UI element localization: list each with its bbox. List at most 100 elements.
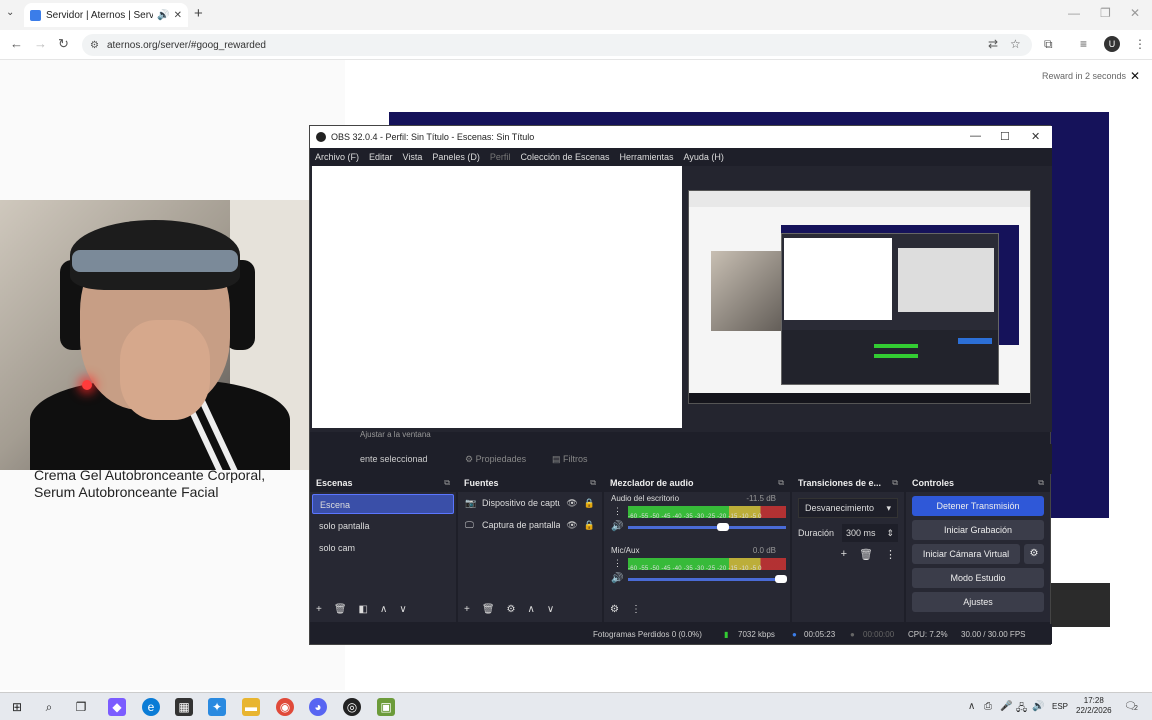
stop-streaming-button[interactable]: Detener Transmisión bbox=[912, 496, 1044, 516]
fit-to-window-label[interactable]: Ajustar a la ventana bbox=[360, 430, 431, 439]
start-virtual-camera-button[interactable]: Iniciar Cámara Virtual bbox=[912, 544, 1020, 564]
address-bar[interactable]: ⚙ aternos.org/server/#goog_rewarded bbox=[82, 34, 1032, 56]
extensions-icon[interactable]: ⧉ bbox=[1044, 37, 1053, 52]
store-icon[interactable]: ▦ bbox=[175, 698, 193, 716]
browser-tab[interactable]: Servidor | Aternos | Servido 🔊 ✕ bbox=[24, 3, 188, 27]
close-window-icon[interactable]: ✕ bbox=[1130, 6, 1140, 20]
filters-button[interactable]: ▤ Filtros bbox=[552, 454, 588, 465]
search-icon[interactable]: ⌕ bbox=[40, 698, 58, 716]
volume-slider-handle[interactable] bbox=[716, 523, 729, 531]
task-view-icon[interactable]: ❐ bbox=[72, 698, 90, 716]
menu-vista[interactable]: Vista bbox=[403, 152, 423, 162]
minecraft-icon[interactable]: ▣ bbox=[377, 698, 395, 716]
undock-icon[interactable]: ⧉ bbox=[444, 478, 450, 488]
menu-herramientas[interactable]: Herramientas bbox=[620, 152, 674, 162]
settings-button[interactable]: Ajustes bbox=[912, 592, 1044, 612]
stepper-icon[interactable]: ⇕ bbox=[886, 528, 894, 539]
volume-icon[interactable]: 🔊 bbox=[1032, 701, 1044, 712]
tray-overflow-icon[interactable]: ∧ bbox=[968, 701, 975, 712]
tray-app-icon[interactable]: ⎙ bbox=[984, 701, 992, 712]
add-scene-icon[interactable]: + bbox=[316, 604, 322, 615]
transition-select[interactable]: Desvanecimiento ▾ bbox=[798, 498, 898, 518]
reward-close-icon[interactable]: ✕ bbox=[1130, 69, 1140, 83]
microphone-icon[interactable]: 🎤 bbox=[1000, 701, 1012, 712]
transition-menu-icon[interactable]: ⋮ bbox=[885, 548, 896, 561]
source-settings-icon[interactable]: ⚙ bbox=[507, 604, 516, 615]
media-controls-icon[interactable]: ≡ bbox=[1080, 37, 1087, 51]
scene-item-solo-pantalla[interactable]: solo pantalla bbox=[312, 516, 454, 536]
chrome-menu-icon[interactable]: ⋮ bbox=[1134, 37, 1146, 51]
forward-icon[interactable]: → bbox=[34, 36, 47, 51]
language-indicator[interactable]: ESP bbox=[1052, 702, 1068, 711]
obs-minimize-icon[interactable]: — bbox=[970, 130, 981, 142]
volume-slider[interactable] bbox=[628, 526, 786, 529]
speaker-icon[interactable]: 🔊 bbox=[611, 573, 623, 584]
obs-preview[interactable] bbox=[310, 166, 1052, 432]
start-menu-icon[interactable]: ⊞ bbox=[8, 698, 26, 716]
menu-editar[interactable]: Editar bbox=[369, 152, 393, 162]
menu-ayuda[interactable]: Ayuda (H) bbox=[684, 152, 724, 162]
remove-source-icon[interactable]: 🗑 bbox=[482, 604, 495, 615]
channel-menu-icon[interactable]: ⋮ bbox=[613, 506, 622, 517]
move-down-icon[interactable]: ∨ bbox=[399, 604, 406, 615]
copilot-icon[interactable]: ◆ bbox=[108, 698, 126, 716]
bookmark-star-icon[interactable]: ☆ bbox=[1010, 37, 1021, 51]
site-info-icon[interactable]: ⚙ bbox=[90, 40, 99, 51]
remove-scene-icon[interactable]: 🗑 bbox=[334, 604, 347, 615]
discord-icon[interactable]: ◕ bbox=[309, 698, 327, 716]
properties-button[interactable]: ⚙ Propiedades bbox=[465, 454, 526, 465]
visibility-eye-icon[interactable]: 👁 bbox=[566, 498, 577, 509]
obs-maximize-icon[interactable]: ☐ bbox=[1000, 130, 1010, 143]
advanced-audio-icon[interactable]: ⚙ bbox=[610, 604, 619, 615]
channel-menu-icon[interactable]: ⋮ bbox=[613, 558, 622, 569]
add-source-icon[interactable]: + bbox=[464, 604, 470, 615]
new-tab-button[interactable]: + bbox=[194, 5, 203, 22]
add-transition-icon[interactable]: + bbox=[841, 548, 847, 561]
menu-perfil[interactable]: Perfil bbox=[490, 152, 511, 162]
source-item[interactable]: 🖵 Captura de pantalla 👁 🔒 bbox=[458, 514, 602, 536]
file-explorer-icon[interactable]: ▬ bbox=[242, 698, 260, 716]
volume-slider-handle[interactable] bbox=[775, 575, 788, 583]
back-icon[interactable]: ← bbox=[10, 36, 23, 51]
menu-archivo[interactable]: Archivo (F) bbox=[315, 152, 359, 162]
move-up-icon[interactable]: ∧ bbox=[380, 604, 387, 615]
scene-item-escena[interactable]: Escena bbox=[312, 494, 454, 514]
clock[interactable]: 17:28 22/2/2026 bbox=[1076, 696, 1112, 716]
menu-coleccion-escenas[interactable]: Colección de Escenas bbox=[520, 152, 609, 162]
mixer-menu-icon[interactable]: ⋮ bbox=[631, 604, 641, 615]
maximize-icon[interactable]: ❐ bbox=[1100, 6, 1111, 20]
translate-icon[interactable]: ⇄ bbox=[988, 37, 998, 51]
virtual-camera-gear-icon[interactable]: ⚙ bbox=[1024, 544, 1044, 564]
obs-close-icon[interactable]: ✕ bbox=[1031, 130, 1040, 143]
duration-input[interactable]: 300 ms ⇕ bbox=[842, 524, 898, 542]
obs-taskbar-icon[interactable]: ◎ bbox=[343, 698, 361, 716]
visibility-eye-icon[interactable]: 👁 bbox=[566, 520, 577, 531]
lock-icon[interactable]: 🔒 bbox=[584, 520, 595, 531]
undock-icon[interactable]: ⧉ bbox=[590, 478, 596, 488]
volume-slider[interactable] bbox=[628, 578, 786, 581]
network-icon[interactable]: 🖧 bbox=[1016, 701, 1027, 718]
scene-item-solo-cam[interactable]: solo cam bbox=[312, 538, 454, 558]
remove-transition-icon[interactable]: 🗑 bbox=[859, 548, 873, 561]
studio-mode-button[interactable]: Modo Estudio bbox=[912, 568, 1044, 588]
speaker-icon[interactable]: 🔊 bbox=[611, 521, 623, 532]
app-icon[interactable]: ✦ bbox=[208, 698, 226, 716]
scene-filters-icon[interactable]: ◧ bbox=[359, 604, 368, 615]
undock-icon[interactable]: ⧉ bbox=[892, 478, 898, 488]
reload-icon[interactable]: ↻ bbox=[58, 36, 69, 52]
profile-avatar[interactable]: U bbox=[1104, 36, 1120, 52]
audio-playing-icon[interactable]: 🔊 bbox=[157, 10, 169, 21]
minimize-icon[interactable]: — bbox=[1068, 6, 1080, 20]
undock-icon[interactable]: ⧉ bbox=[1038, 478, 1044, 488]
source-item[interactable]: 📷 Dispositivo de captu 👁 🔒 bbox=[458, 492, 602, 514]
chrome-icon[interactable]: ◉ bbox=[276, 698, 294, 716]
start-recording-button[interactable]: Iniciar Grabación bbox=[912, 520, 1044, 540]
tab-search-icon[interactable]: ⌄ bbox=[6, 7, 14, 18]
undock-icon[interactable]: ⧉ bbox=[778, 478, 784, 488]
edge-icon[interactable]: e bbox=[142, 698, 160, 716]
close-tab-icon[interactable]: ✕ bbox=[174, 10, 182, 21]
menu-paneles[interactable]: Paneles (D) bbox=[432, 152, 480, 162]
move-down-icon[interactable]: ∨ bbox=[547, 604, 554, 615]
lock-icon[interactable]: 🔒 bbox=[584, 498, 595, 509]
move-up-icon[interactable]: ∧ bbox=[528, 604, 535, 615]
